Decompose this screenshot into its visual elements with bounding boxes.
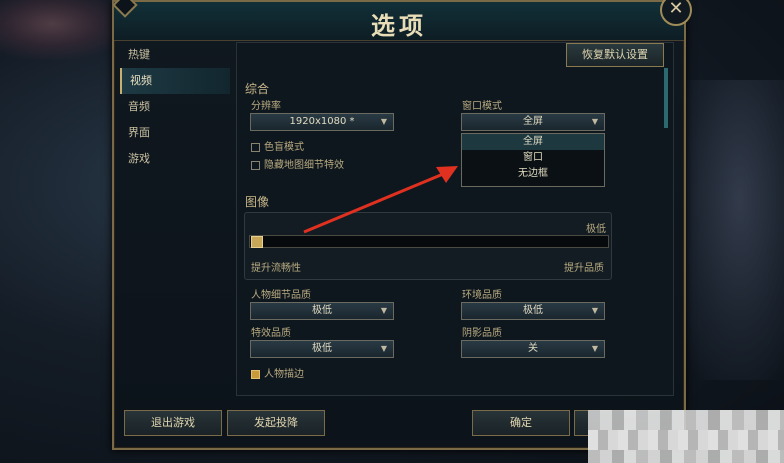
quality-caption: 提升品质 xyxy=(564,263,604,274)
character-quality-dropdown[interactable]: 极低 ▼ xyxy=(250,302,394,320)
reset-defaults-button[interactable]: 恢复默认设置 xyxy=(566,43,664,67)
colorblind-checkbox[interactable]: 色盲模式 xyxy=(251,138,304,153)
chevron-down-icon: ▼ xyxy=(591,344,598,353)
hide-map-detail-label: 隐藏地图细节特效 xyxy=(264,160,344,171)
shadow-quality-value: 关 xyxy=(528,343,538,354)
sidebar-item-interface[interactable]: 界面 xyxy=(120,120,230,146)
character-outline-checkbox[interactable]: 人物描边 xyxy=(251,365,304,380)
section-title-general: 综合 xyxy=(245,82,270,96)
sidebar: 热键 视频 音频 界面 游戏 xyxy=(120,42,230,172)
window-mode-dropdown[interactable]: 全屏 ▼ xyxy=(461,113,605,131)
chevron-down-icon: ▼ xyxy=(380,117,387,126)
environment-quality-dropdown[interactable]: 极低 ▼ xyxy=(461,302,605,320)
close-button[interactable]: ✕ xyxy=(660,0,692,26)
checkbox-icon xyxy=(251,160,260,170)
slider-handle[interactable] xyxy=(251,236,263,248)
character-outline-label: 人物描边 xyxy=(264,369,304,380)
resolution-value: 1920x1080 * xyxy=(289,116,355,127)
hide-map-detail-checkbox[interactable]: 隐藏地图细节特效 xyxy=(251,156,344,171)
resolution-dropdown[interactable]: 1920x1080 * ▼ xyxy=(250,113,394,131)
chevron-down-icon: ▼ xyxy=(380,306,387,315)
checkbox-icon xyxy=(251,142,260,152)
checkbox-checked-icon xyxy=(251,369,260,379)
dialog-title: 选项 xyxy=(371,12,427,40)
sidebar-item-audio[interactable]: 音频 xyxy=(120,94,230,120)
effects-quality-dropdown[interactable]: 极低 ▼ xyxy=(250,340,394,358)
resolution-label: 分辨率 xyxy=(251,101,281,112)
character-quality-value: 极低 xyxy=(312,305,332,316)
window-mode-value: 全屏 xyxy=(523,116,543,127)
exit-game-button[interactable]: 退出游戏 xyxy=(124,410,222,436)
background-art-right xyxy=(674,80,784,380)
graphics-quality-value: 极低 xyxy=(586,224,606,235)
shadow-quality-label: 阴影品质 xyxy=(462,328,502,339)
surrender-button[interactable]: 发起投降 xyxy=(227,410,325,436)
menu-item-borderless[interactable]: 无边框 xyxy=(462,166,604,182)
effects-quality-value: 极低 xyxy=(312,343,332,354)
title-bar: 选项 xyxy=(114,2,684,41)
environment-quality-value: 极低 xyxy=(523,305,543,316)
background-art-top-left xyxy=(0,0,130,60)
graphics-quality-slider[interactable] xyxy=(249,235,609,248)
ok-button[interactable]: 确定 xyxy=(472,410,570,436)
environment-quality-label: 环境品质 xyxy=(462,290,502,301)
sidebar-item-game[interactable]: 游戏 xyxy=(120,146,230,172)
effects-quality-label: 特效品质 xyxy=(251,328,291,339)
window-mode-menu: 全屏 窗口 无边框 xyxy=(461,133,605,187)
section-title-graphics: 图像 xyxy=(245,195,270,209)
colorblind-label: 色盲模式 xyxy=(264,142,304,153)
window-mode-label: 窗口模式 xyxy=(462,101,502,112)
pixelated-watermark-band xyxy=(588,430,784,450)
shadow-quality-dropdown[interactable]: 关 ▼ xyxy=(461,340,605,358)
smoothness-caption: 提升流畅性 xyxy=(251,263,301,274)
scrollbar[interactable] xyxy=(664,68,668,128)
menu-item-fullscreen[interactable]: 全屏 xyxy=(462,134,604,150)
menu-item-windowed[interactable]: 窗口 xyxy=(462,150,604,166)
sidebar-item-hotkeys[interactable]: 热键 xyxy=(120,42,230,68)
character-quality-label: 人物细节品质 xyxy=(251,290,311,301)
chevron-down-icon: ▼ xyxy=(591,117,598,126)
chevron-down-icon: ▼ xyxy=(380,344,387,353)
chevron-down-icon: ▼ xyxy=(591,306,598,315)
sidebar-item-video[interactable]: 视频 xyxy=(120,68,230,94)
